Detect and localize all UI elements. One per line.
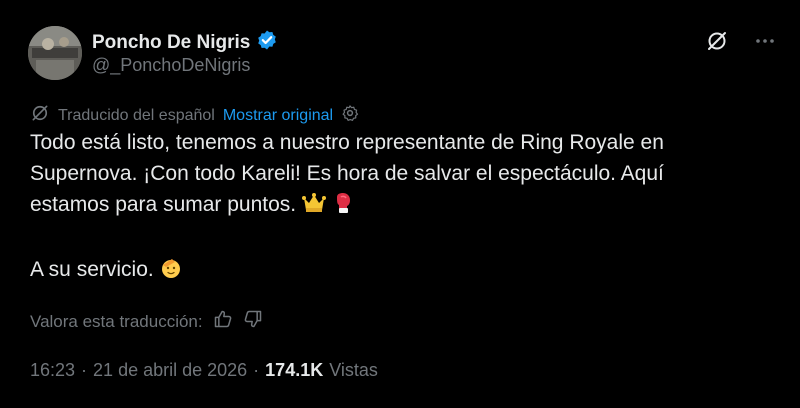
tweet-text: Todo está listo, tenemos a nuestro repre… xyxy=(30,127,770,288)
translation-bar: Traducido del español Mostrar original xyxy=(30,103,359,128)
thumbs-down-icon[interactable] xyxy=(243,309,263,334)
author-name-row: Poncho De Nigris xyxy=(92,29,278,56)
settings-icon[interactable] xyxy=(341,104,359,127)
tweet-line-1: Todo está listo, tenemos a nuestro repre… xyxy=(30,131,664,154)
tweet-line-3-text: estamos para sumar puntos. xyxy=(30,193,297,216)
avatar[interactable] xyxy=(28,26,82,80)
tweet-card: Poncho De Nigris @_PonchoDeNigris Traduc… xyxy=(0,0,800,408)
show-original-link[interactable]: Mostrar original xyxy=(223,107,333,125)
translate-icon[interactable] xyxy=(704,28,730,54)
boxing-glove-icon xyxy=(332,192,354,223)
meta-separator: · xyxy=(81,360,88,380)
verified-badge-icon xyxy=(256,29,278,56)
tweet-line-4-text: A su servicio. xyxy=(30,258,154,281)
saluting-face-icon xyxy=(160,257,182,288)
crown-icon xyxy=(301,192,326,223)
tweet-line-2: Supernova. ¡Con todo Kareli! Es hora de … xyxy=(30,162,664,185)
more-icon[interactable] xyxy=(752,28,778,54)
tweet-line-4: A su servicio. xyxy=(30,254,770,288)
tweet-date[interactable]: 21 de abril de 2026 xyxy=(93,360,247,381)
rate-translation-row: Valora esta traducción: xyxy=(30,309,263,334)
tweet-line-3: estamos para sumar puntos. xyxy=(30,189,770,223)
translate-small-icon xyxy=(30,103,50,128)
views-label: Vistas xyxy=(329,360,378,380)
tweet-time[interactable]: 16:23 xyxy=(30,360,75,381)
thumbs-up-icon[interactable] xyxy=(213,309,233,334)
avatar-image xyxy=(28,26,82,80)
tweet-meta: 16:23 · 21 de abril de 2026 · 174.1K Vis… xyxy=(30,360,378,381)
author-handle[interactable]: @_PonchoDeNigris xyxy=(92,55,250,76)
author-name[interactable]: Poncho De Nigris xyxy=(92,32,250,54)
meta-separator: · xyxy=(253,360,260,380)
translated-from-label: Traducido del español xyxy=(58,106,215,124)
rate-translation-label: Valora esta traducción: xyxy=(30,311,203,331)
views-count: 174.1K xyxy=(265,360,324,380)
top-actions xyxy=(704,28,778,54)
